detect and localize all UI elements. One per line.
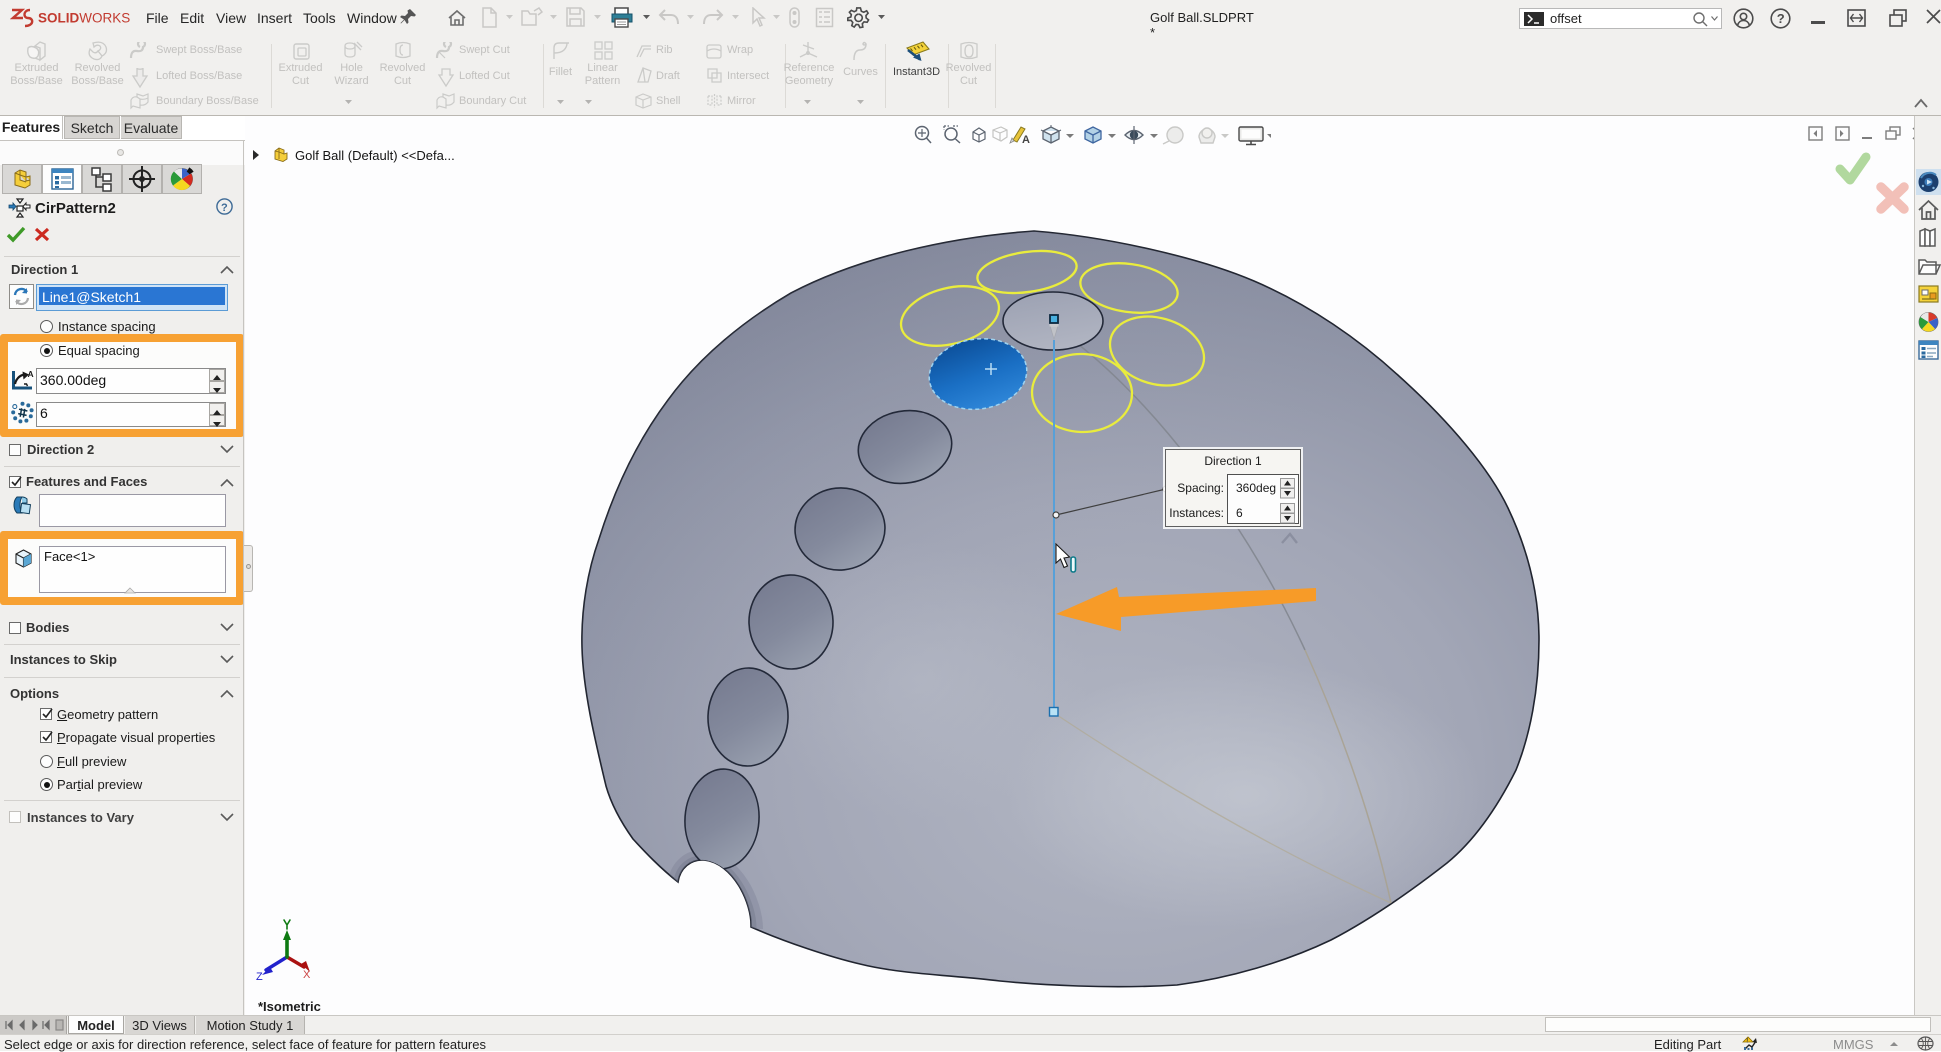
svg-text:?: ? — [1777, 11, 1785, 26]
svg-text:?: ? — [221, 202, 228, 214]
svg-text:A: A — [1022, 134, 1030, 146]
svg-text:SOLIDWORKS: SOLIDWORKS — [38, 11, 130, 26]
svg-text:!: ! — [1746, 1039, 1748, 1045]
svg-text:X: X — [303, 969, 311, 981]
svg-text:*Isometric: *Isometric — [258, 999, 321, 1014]
svg-text:A: A — [28, 369, 34, 379]
svg-text:Z: Z — [256, 971, 263, 983]
